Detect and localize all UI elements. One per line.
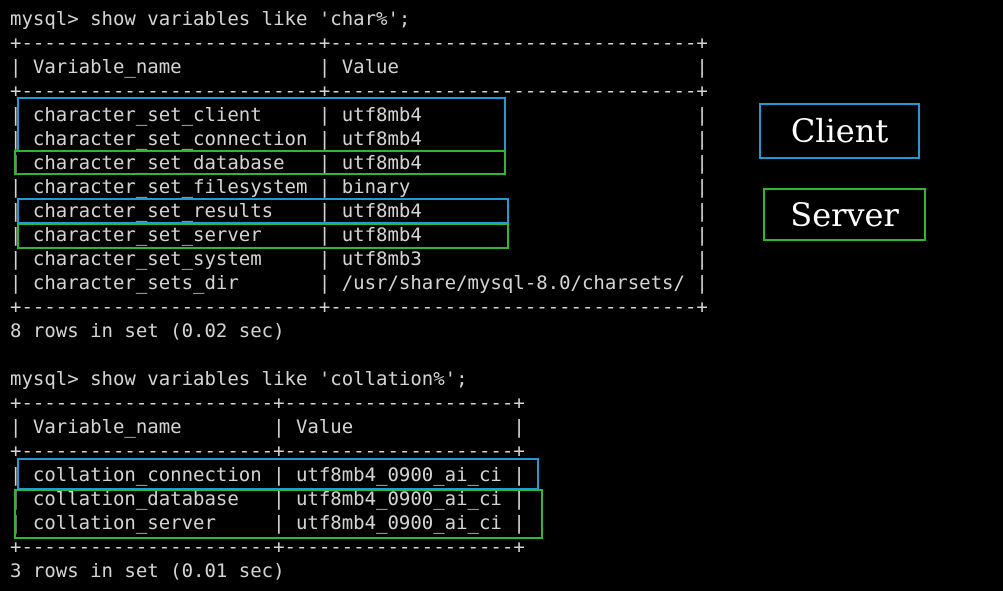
client-highlight-box — [17, 97, 506, 152]
client-highlight-box — [17, 458, 539, 490]
terminal-line: | Variable_name | Value | — [10, 416, 525, 438]
terminal-line: | Variable_name | Value | — [10, 56, 708, 78]
server-highlight-box — [14, 150, 506, 175]
terminal-line: +----------------------+----------------… — [10, 392, 525, 414]
terminal-line: +--------------------------+------------… — [10, 32, 708, 54]
server-label: Server — [763, 188, 926, 241]
client-highlight-box — [17, 198, 509, 224]
client-label: Client — [759, 103, 920, 159]
server-highlight-box — [17, 223, 509, 249]
terminal-line: 3 rows in set (0.01 sec) — [10, 560, 285, 582]
terminal-line: | character_set_filesystem | binary | — [10, 176, 708, 198]
server-highlight-box — [14, 489, 543, 539]
terminal-line: | character_sets_dir | /usr/share/mysql-… — [10, 272, 708, 294]
terminal-window[interactable]: mysql> show variables like 'char%'; +---… — [0, 0, 1003, 591]
terminal-line: | character_set_system | utf8mb3 | — [10, 248, 708, 270]
terminal-line: mysql> show variables like 'collation%'; — [10, 368, 468, 390]
terminal-line: +--------------------------+------------… — [10, 296, 708, 318]
terminal-line: 8 rows in set (0.02 sec) — [10, 320, 285, 342]
terminal-line: mysql> show variables like 'char%'; — [10, 8, 411, 30]
